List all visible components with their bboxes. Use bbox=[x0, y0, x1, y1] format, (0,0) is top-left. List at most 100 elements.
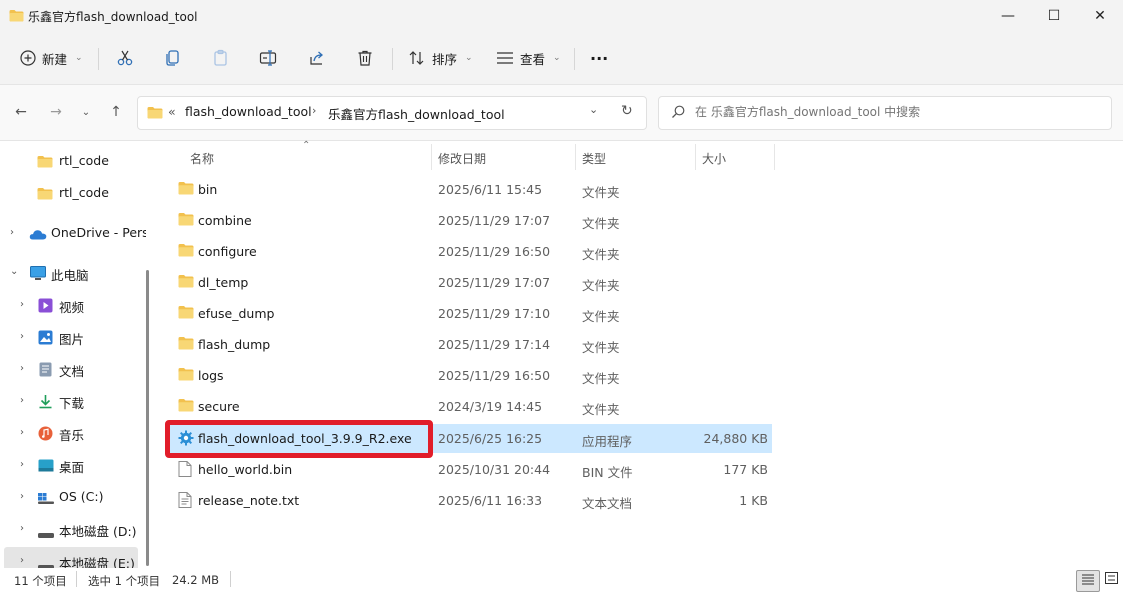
sidebar-item-pictures[interactable]: › 图片 bbox=[0, 323, 146, 353]
back-button[interactable]: ← bbox=[9, 100, 33, 124]
new-label: 新建 bbox=[42, 51, 68, 67]
chevron-right-icon[interactable]: › bbox=[20, 363, 24, 374]
breadcrumb-separator-icon[interactable]: › bbox=[312, 104, 316, 117]
table-row[interactable]: flash_dump 2025/11/29 17:14 文件夹 bbox=[166, 330, 772, 359]
up-button[interactable]: ↑ bbox=[104, 100, 128, 124]
file-date: 2025/11/29 17:07 bbox=[438, 213, 551, 228]
folder-icon bbox=[37, 187, 53, 203]
chevron-right-icon[interactable]: › bbox=[20, 491, 24, 502]
address-history-button[interactable]: ⌄ bbox=[589, 103, 598, 116]
rename-button[interactable] bbox=[259, 44, 277, 72]
recent-locations-button[interactable]: ⌄ bbox=[74, 100, 98, 124]
table-row[interactable]: release_note.txt 2025/6/11 16:33 文本文档 1 … bbox=[166, 486, 772, 515]
column-divider[interactable] bbox=[695, 144, 696, 170]
sidebar-item-label: 图片 bbox=[59, 332, 85, 347]
paste-button[interactable] bbox=[212, 44, 230, 72]
selection-count: 选中 1 个项目 bbox=[88, 574, 161, 588]
close-icon: ✕ bbox=[1094, 8, 1106, 24]
computer-icon bbox=[30, 266, 46, 284]
breadcrumb-overflow[interactable]: « bbox=[168, 104, 176, 119]
details-view-button[interactable] bbox=[1076, 570, 1100, 592]
cut-button[interactable] bbox=[116, 44, 134, 72]
sidebar-item-label: OneDrive - Pers bbox=[51, 225, 146, 240]
file-type: 文件夹 bbox=[582, 185, 620, 200]
minimize-icon: — bbox=[1001, 8, 1015, 24]
chevron-right-icon[interactable]: › bbox=[20, 427, 24, 438]
table-row[interactable]: logs 2025/11/29 16:50 文件夹 bbox=[166, 361, 772, 390]
sort-ascending-icon: ⌃ bbox=[302, 140, 311, 151]
share-icon bbox=[308, 49, 326, 67]
minimize-button[interactable]: — bbox=[985, 0, 1031, 32]
column-header-size[interactable]: 大小 bbox=[702, 150, 726, 167]
navigation-pane: rtl_code rtl_code › OneDrive - Pers ⌄ 此电… bbox=[0, 141, 146, 568]
column-header-type[interactable]: 类型 bbox=[582, 150, 606, 167]
arrow-up-icon: ↑ bbox=[110, 104, 122, 120]
address-bar[interactable]: « flash_download_tool › 乐鑫官方flash_downlo… bbox=[137, 96, 647, 130]
folder-icon bbox=[178, 274, 194, 292]
column-divider[interactable] bbox=[431, 144, 432, 170]
search-input[interactable] bbox=[695, 103, 1095, 121]
table-row[interactable]: efuse_dump 2025/11/29 17:10 文件夹 bbox=[166, 299, 772, 328]
sidebar-item-music[interactable]: › 音乐 bbox=[0, 419, 146, 449]
file-name: flash_dump bbox=[198, 337, 271, 352]
chevron-down-icon[interactable]: ⌄ bbox=[10, 266, 18, 277]
more-button[interactable]: ··· bbox=[590, 44, 608, 72]
delete-button[interactable] bbox=[356, 44, 374, 72]
column-divider[interactable] bbox=[774, 144, 775, 170]
drive-icon bbox=[38, 527, 54, 542]
window-title: 乐鑫官方flash_download_tool bbox=[28, 10, 198, 24]
sidebar-scrollbar[interactable] bbox=[146, 270, 149, 566]
table-row[interactable]: combine 2025/11/29 17:07 文件夹 bbox=[166, 206, 772, 235]
close-button[interactable]: ✕ bbox=[1077, 0, 1123, 32]
sidebar-item-label: 本地磁盘 (E:) bbox=[59, 556, 135, 568]
sidebar-item-desktop[interactable]: › 桌面 bbox=[0, 451, 146, 481]
table-row[interactable]: configure 2025/11/29 16:50 文件夹 bbox=[166, 237, 772, 266]
chevron-right-icon[interactable]: › bbox=[20, 523, 24, 534]
chevron-right-icon[interactable]: › bbox=[10, 227, 14, 238]
sort-button[interactable]: 排序 ⌄ bbox=[408, 44, 473, 72]
column-header-name[interactable]: 名称 bbox=[190, 150, 214, 167]
sidebar-item-os-c[interactable]: › OS (C:) bbox=[0, 483, 146, 513]
breadcrumb-item[interactable]: flash_download_tool bbox=[185, 104, 312, 119]
table-row[interactable]: bin 2025/6/11 15:45 文件夹 bbox=[166, 175, 772, 204]
sidebar-item-rtl-code[interactable]: rtl_code bbox=[0, 179, 146, 209]
status-divider bbox=[230, 571, 231, 587]
chevron-right-icon[interactable]: › bbox=[20, 459, 24, 470]
view-button[interactable]: 查看 ⌄ bbox=[496, 44, 561, 72]
music-icon bbox=[38, 426, 53, 444]
copy-button[interactable] bbox=[164, 44, 182, 72]
share-button[interactable] bbox=[308, 44, 326, 72]
sidebar-item-drive-e[interactable]: › 本地磁盘 (E:) bbox=[4, 547, 138, 568]
chevron-right-icon[interactable]: › bbox=[20, 395, 24, 406]
chevron-right-icon[interactable]: › bbox=[20, 555, 24, 566]
sidebar-item-downloads[interactable]: › 下载 bbox=[0, 387, 146, 417]
table-row[interactable]: secure 2024/3/19 14:45 文件夹 bbox=[166, 392, 772, 421]
chevron-right-icon[interactable]: › bbox=[20, 299, 24, 310]
sidebar-item-documents[interactable]: › 文档 bbox=[0, 355, 146, 385]
sidebar-item-onedrive[interactable]: › OneDrive - Pers bbox=[0, 219, 146, 249]
maximize-button[interactable]: ☐ bbox=[1031, 0, 1077, 32]
sidebar-item-label: 桌面 bbox=[59, 460, 85, 475]
title-bar: 乐鑫官方flash_download_tool — ☐ ✕ bbox=[0, 0, 1123, 32]
tiles-view-icon bbox=[1104, 572, 1118, 588]
breadcrumb-item[interactable]: 乐鑫官方flash_download_tool bbox=[328, 104, 505, 123]
sidebar-item-drive-d[interactable]: › 本地磁盘 (D:) bbox=[0, 515, 146, 545]
table-row[interactable]: dl_temp 2025/11/29 17:07 文件夹 bbox=[166, 268, 772, 297]
sidebar-item-this-pc[interactable]: ⌄ 此电脑 bbox=[0, 259, 146, 289]
table-row[interactable]: hello_world.bin 2025/10/31 20:44 BIN 文件 … bbox=[166, 455, 772, 484]
refresh-button[interactable]: ↻ bbox=[621, 103, 633, 119]
download-icon bbox=[38, 394, 53, 412]
chevron-right-icon[interactable]: › bbox=[20, 331, 24, 342]
file-name: configure bbox=[198, 244, 257, 259]
new-button[interactable]: 新建 ⌄ bbox=[20, 44, 83, 72]
column-header-date[interactable]: 修改日期 bbox=[438, 150, 486, 167]
column-divider[interactable] bbox=[575, 144, 576, 170]
forward-button[interactable]: → bbox=[44, 100, 68, 124]
sidebar-item-videos[interactable]: › 视频 bbox=[0, 291, 146, 321]
sidebar-item-rtl-code[interactable]: rtl_code bbox=[0, 147, 146, 177]
file-size: 24,880 KB bbox=[703, 431, 768, 446]
search-icon bbox=[671, 105, 685, 123]
tiles-view-button[interactable] bbox=[1100, 570, 1122, 590]
file-size: 1 KB bbox=[739, 493, 768, 508]
search-box[interactable] bbox=[658, 96, 1112, 130]
